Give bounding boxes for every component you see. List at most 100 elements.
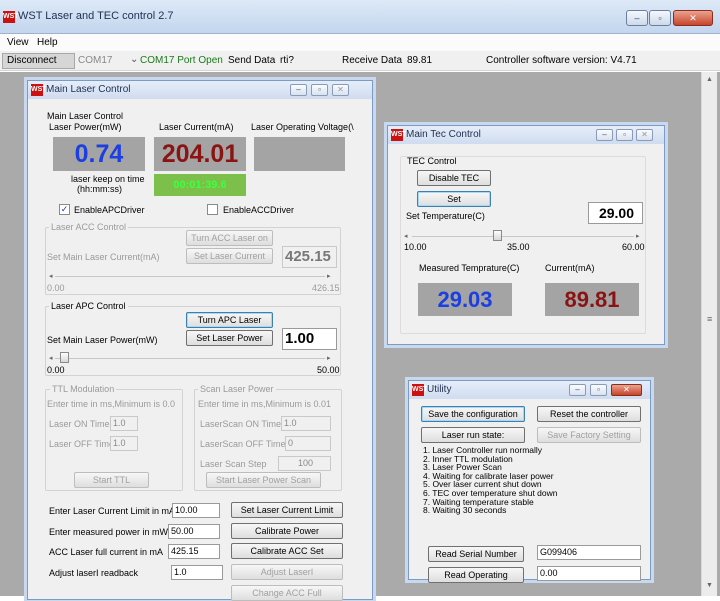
scroll-down-icon[interactable]: ▼	[706, 582, 713, 589]
menu-help[interactable]: Help	[37, 37, 58, 48]
tec-slider-left-icon[interactable]: ◂	[404, 232, 408, 240]
start-scan-button[interactable]: Start Laser Power Scan	[206, 472, 321, 488]
ttl-hint: Enter time in ms,Minimum is 0.0	[47, 399, 176, 409]
utility-minimize-icon[interactable]: –	[569, 384, 586, 396]
port-select[interactable]: COM17	[78, 55, 112, 66]
ttl-group-title: TTL Modulation	[50, 384, 117, 395]
set-temperature-label: Set Temperature(C)	[406, 211, 485, 221]
scan-group-title: Scan Laser Power	[198, 384, 276, 395]
save-factory-setting-button[interactable]: Save Factory Setting	[537, 427, 641, 443]
apc-slider-min: 0.00	[47, 365, 65, 375]
apc-power-input[interactable]: 1.00	[282, 328, 337, 350]
acc-current-input[interactable]: 425.15	[282, 246, 337, 268]
menu-view[interactable]: View	[7, 37, 29, 48]
apc-slider-right-icon[interactable]: ▸	[327, 354, 331, 362]
app-logo: WST	[3, 11, 19, 23]
vertical-scrollbar[interactable]: ▲ ▼ ≡	[701, 72, 717, 596]
tec-slider-thumb[interactable]	[492, 230, 502, 241]
full-current-label: ACC Laser full current in mA	[49, 547, 164, 557]
adjust-laseri-button[interactable]: Adjust LaserI	[231, 564, 343, 580]
laser-window-title: Main Laser Control	[46, 84, 131, 95]
laser-off-time-label: Laser OFF Time	[49, 439, 115, 449]
laser-run-state-button[interactable]: Laser run state:	[421, 427, 525, 443]
save-configuration-button[interactable]: Save the configuration	[421, 406, 525, 422]
tec-window-title: Main Tec Control	[406, 129, 481, 140]
close-icon[interactable]: ✕	[673, 10, 713, 26]
read-operating-button[interactable]: Read Operating	[428, 567, 524, 583]
laser-maximize-icon[interactable]: ▫	[311, 84, 328, 96]
measured-temperature-display: 29.03	[418, 283, 512, 316]
laser-current-label: Laser Current(mA)	[159, 122, 234, 132]
tec-slider-track[interactable]	[412, 236, 634, 237]
set-laser-power-button[interactable]: Set Laser Power	[186, 330, 273, 346]
laser-minimize-icon[interactable]: –	[290, 84, 307, 96]
scan-on-time-input[interactable]: 1.0	[281, 416, 331, 431]
keep-on-time-display: 00:01:39.6	[154, 174, 246, 196]
set-current-limit-button[interactable]: Set Laser Current Limit	[231, 502, 343, 518]
software-version: Controller software version: V4.71	[486, 55, 637, 66]
acc-group-title: Laser ACC Control	[49, 222, 129, 233]
laser-close-icon[interactable]: ✕	[332, 84, 349, 96]
disconnect-button[interactable]: Disconnect	[2, 53, 75, 69]
maximize-icon[interactable]: ▫	[649, 10, 671, 26]
utility-maximize-icon[interactable]: ▫	[590, 384, 607, 396]
current-limit-input[interactable]: 10.00	[172, 503, 220, 518]
apc-slider-thumb[interactable]	[60, 352, 70, 363]
acc-slider[interactable]	[55, 276, 325, 277]
scan-off-time-label: LaserScan OFF Time	[200, 439, 286, 449]
laser-off-time-input[interactable]: 1.0	[110, 436, 138, 451]
scroll-grip-icon[interactable]: ≡	[707, 314, 712, 324]
utility-close-icon[interactable]: ✕	[611, 384, 642, 396]
read-serial-number-button[interactable]: Read Serial Number	[428, 546, 524, 562]
set-laser-current-button[interactable]: Set Laser Current	[186, 248, 273, 264]
start-ttl-button[interactable]: Start TTL	[74, 472, 149, 488]
scan-hint: Enter time in ms,Minimum is 0.01	[198, 399, 332, 409]
tec-slider-right-icon[interactable]: ▸	[636, 232, 640, 240]
keep-on-time-unit: (hh:mm:ss)	[77, 184, 122, 194]
run-state-list: 1. Laser Controller run normally 2. Inne…	[423, 446, 558, 515]
tec-maximize-icon[interactable]: ▫	[616, 129, 633, 141]
laser-on-time-input[interactable]: 1.0	[110, 416, 138, 431]
send-data-value[interactable]: rti?	[280, 55, 294, 66]
enable-acc-checkbox[interactable]	[207, 204, 218, 215]
minimize-icon[interactable]: –	[626, 10, 648, 26]
set-temperature-button[interactable]: Set	[417, 191, 491, 207]
adjust-readback-input[interactable]: 1.0	[171, 565, 223, 580]
turn-acc-laser-button[interactable]: Turn ACC Laser on	[186, 230, 273, 246]
laser-current-display: 204.01	[154, 137, 246, 171]
apc-slider-track[interactable]	[55, 358, 325, 359]
scan-off-time-input[interactable]: 0	[285, 436, 331, 451]
toolbar: Disconnect COM17 ⌄ COM17 Port Open Send …	[0, 51, 720, 71]
serial-number-field[interactable]: G099406	[537, 545, 641, 560]
tec-window-titlebar: WST Main Tec Control – ▫ ✕	[388, 126, 664, 144]
scan-on-time-label: LaserScan ON Time	[200, 419, 282, 429]
turn-apc-laser-button[interactable]: Turn APC Laser	[186, 312, 273, 328]
enable-apc-checkbox[interactable]: ✓	[59, 204, 70, 215]
set-current-label: Set Main Laser Current(mA)	[47, 252, 160, 262]
calibrate-acc-button[interactable]: Calibrate ACC Set	[231, 543, 343, 559]
scroll-up-icon[interactable]: ▲	[706, 76, 713, 83]
full-current-input[interactable]: 425.15	[168, 544, 220, 559]
run-state-item: 8. Waiting 30 seconds	[423, 505, 507, 516]
disable-tec-button[interactable]: Disable TEC	[417, 170, 491, 186]
acc-slider-left-icon[interactable]: ◂	[49, 272, 53, 280]
reset-controller-button[interactable]: Reset the controller	[537, 406, 641, 422]
laser-on-time-label: Laser ON Time	[49, 419, 110, 429]
tec-window-logo: WST	[391, 129, 407, 141]
measured-power-input[interactable]: 50.00	[168, 524, 220, 539]
calibrate-power-button[interactable]: Calibrate Power	[231, 523, 343, 539]
set-temperature-input[interactable]: 29.00	[588, 202, 643, 224]
chevron-down-icon[interactable]: ⌄	[130, 54, 138, 65]
apc-slider-left-icon[interactable]: ◂	[49, 354, 53, 362]
app-titlebar: WST WST Laser and TEC control 2.7 – ▫ ✕	[0, 0, 720, 34]
laser-window-titlebar: WST Main Laser Control – ▫ ✕	[28, 81, 372, 99]
operating-field[interactable]: 0.00	[537, 566, 641, 581]
tec-close-icon[interactable]: ✕	[636, 129, 653, 141]
laser-power-label: Laser Power(mW)	[49, 122, 122, 132]
acc-slider-right-icon[interactable]: ▸	[327, 272, 331, 280]
tec-minimize-icon[interactable]: –	[596, 129, 613, 141]
tec-current-display: 89.81	[545, 283, 639, 316]
scan-step-input[interactable]: 100	[278, 456, 331, 471]
acc-slider-max: 426.15	[312, 283, 340, 293]
change-acc-full-button[interactable]: Change ACC Full	[231, 585, 343, 601]
